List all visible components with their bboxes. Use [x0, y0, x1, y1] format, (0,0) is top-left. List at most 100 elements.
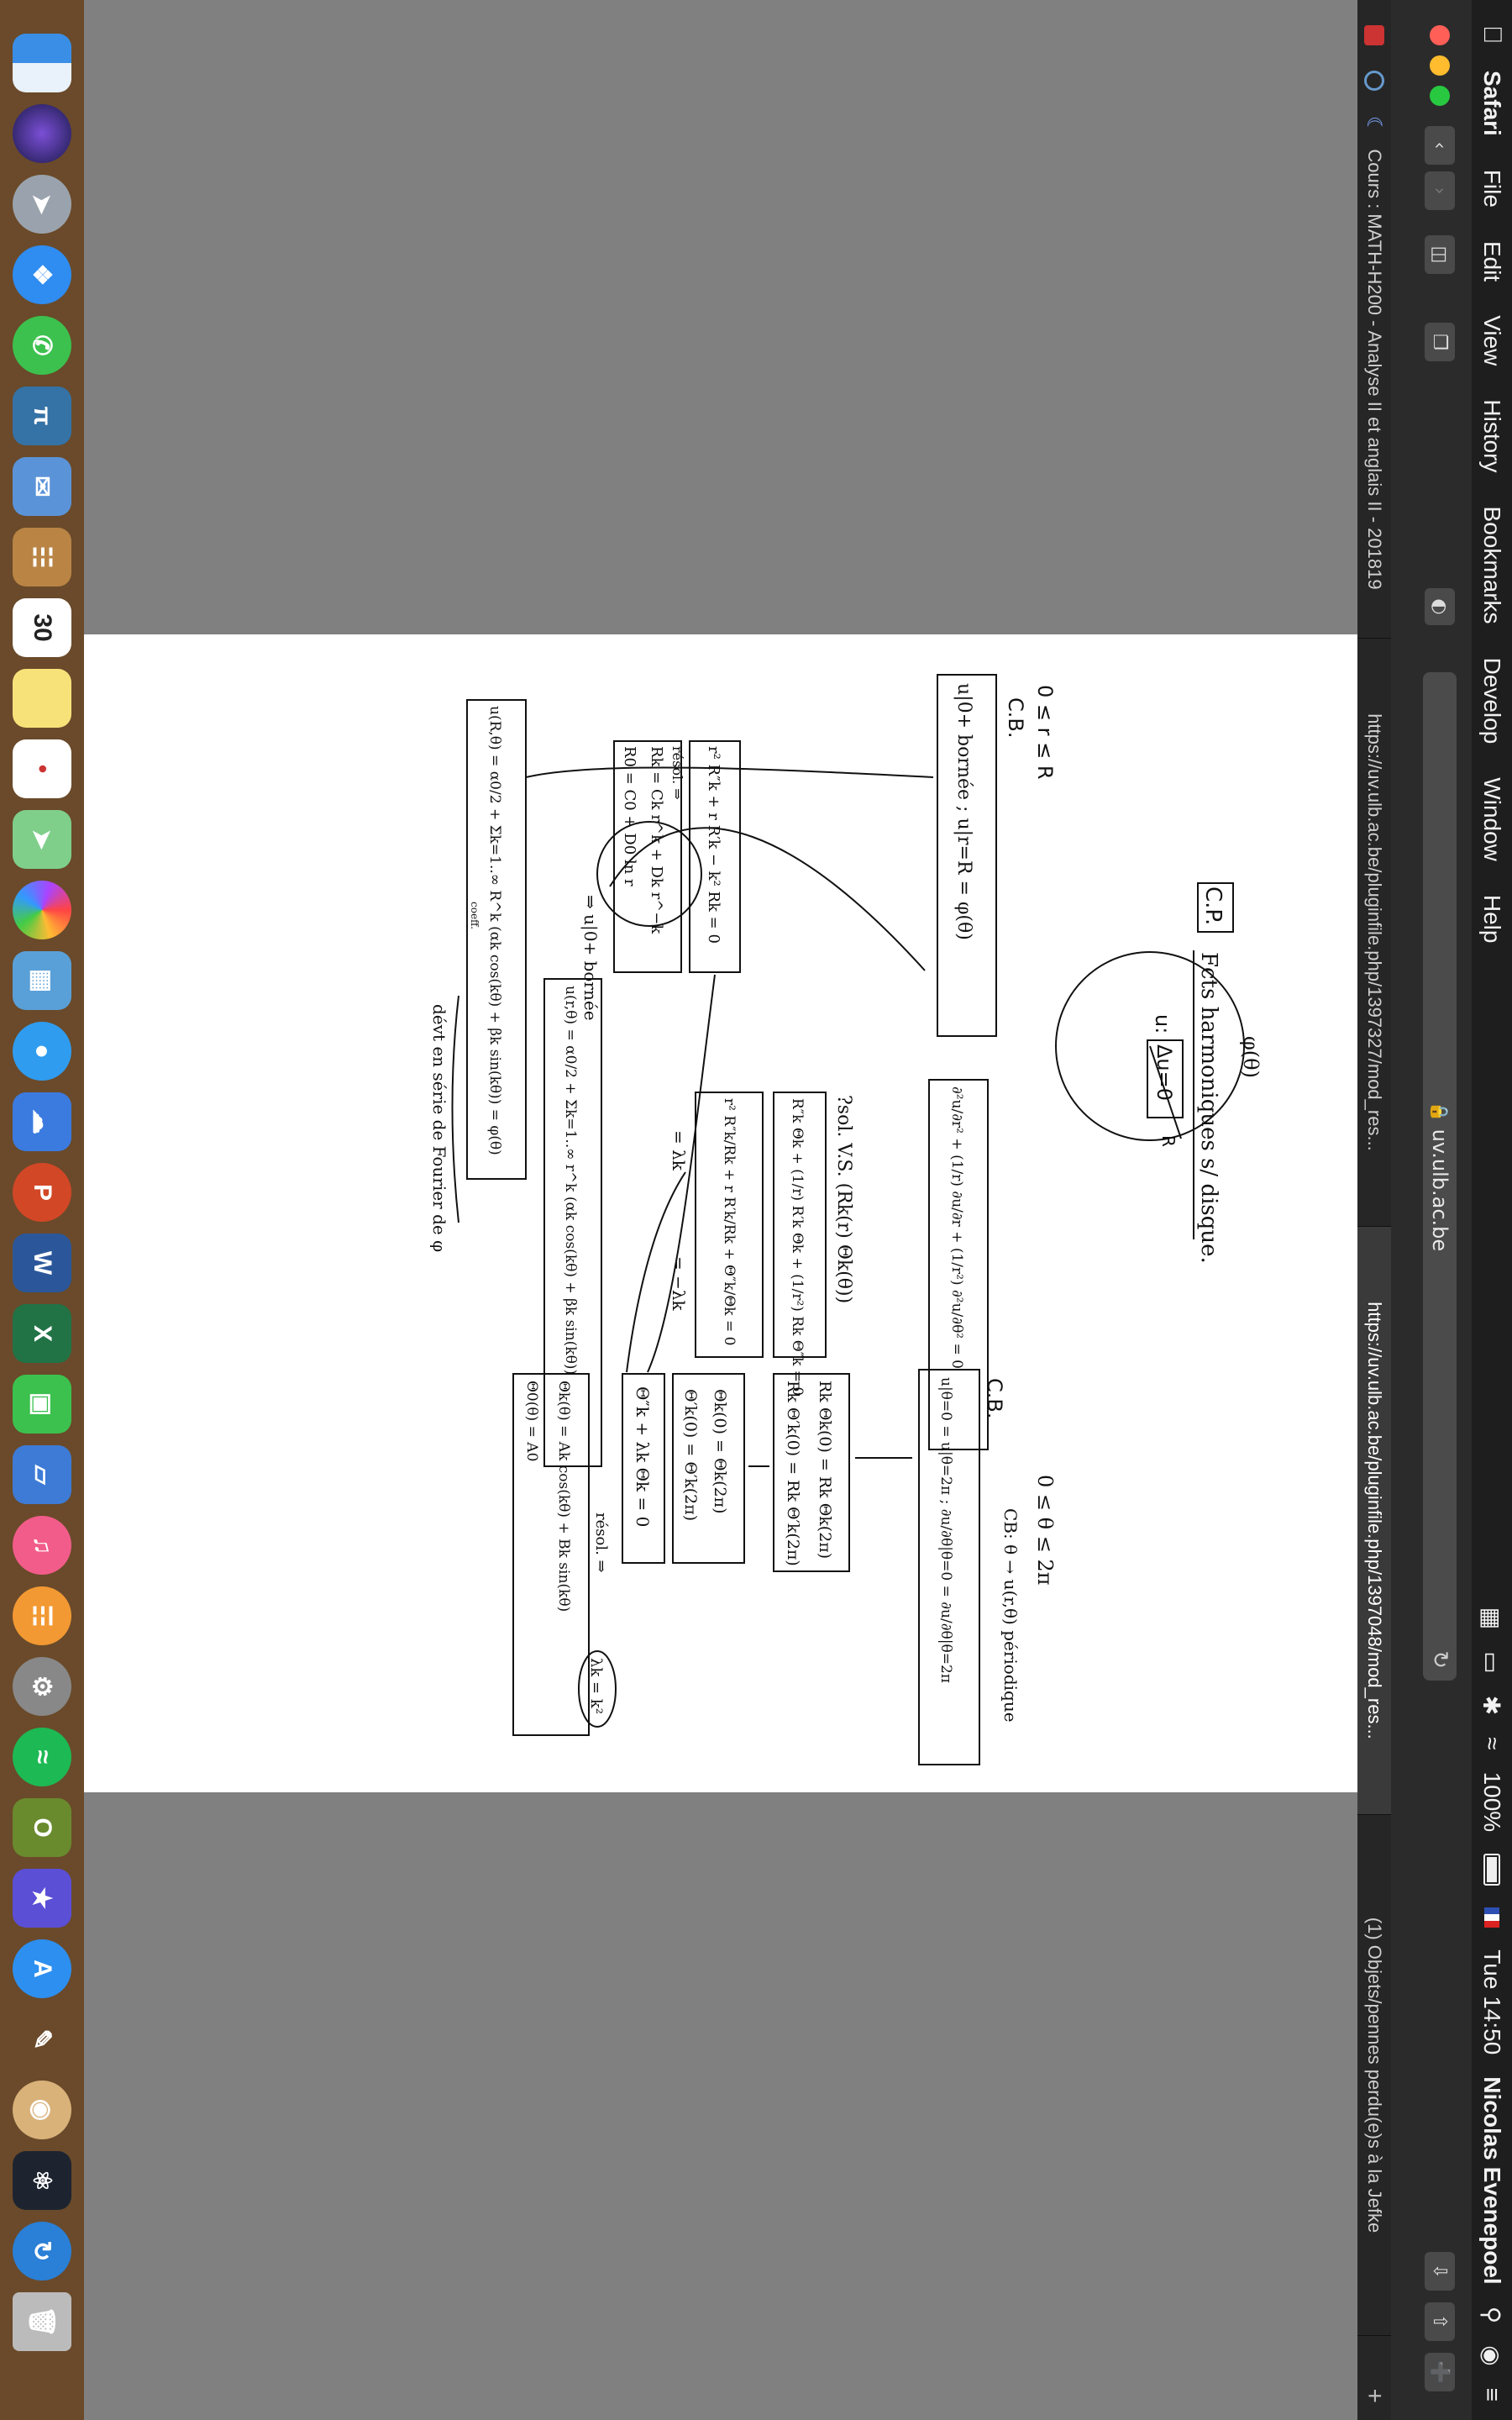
menu-view[interactable]: View — [1478, 315, 1505, 366]
reader-icon[interactable]: ◐ — [1425, 588, 1455, 625]
bounded-note: ⇒ u|0+ bornée — [580, 895, 601, 1021]
screen:  Safari File Edit View History Bookmark… — [0, 0, 1512, 2420]
pencil-icon[interactable]: ✎ — [13, 2010, 71, 2069]
notes-icon[interactable] — [13, 669, 71, 728]
python-icon[interactable]: π — [13, 387, 71, 445]
tab-2-label: https://uv.ulb.ac.be/pluginfile.php/1397… — [1364, 1302, 1385, 1739]
menu-bookmarks[interactable]: Bookmarks — [1478, 507, 1505, 624]
series-equation: u(r,θ) = α0/2 + Σk=1..∞ r^k (αk cos(kθ) … — [562, 986, 579, 1375]
contacts-icon[interactable]: ☷ — [13, 528, 71, 587]
menu-history[interactable]: History — [1478, 399, 1505, 472]
theta-sol-1: Θk(θ) = Ak cos(kθ) + Bk sin(kθ) — [555, 1381, 572, 1612]
launchpad-icon[interactable]: ➤ — [13, 175, 71, 234]
apple-menu-icon[interactable]:  — [1478, 25, 1506, 59]
menu-app-name[interactable]: Safari — [1478, 71, 1505, 136]
minimize-window-icon[interactable] — [1430, 55, 1450, 76]
phone-icon[interactable]: ✆ — [13, 316, 71, 375]
menu-edit[interactable]: Edit — [1478, 241, 1505, 281]
add-tab-icon[interactable]: + — [1360, 2371, 1389, 2420]
new-tab-button[interactable]: ➕ — [1425, 2353, 1455, 2391]
tab-1[interactable]: https://uv.ulb.ac.be/pluginfile.php/1397… — [1357, 639, 1391, 1227]
sol-vs-label: ?sol. V.S. (Rk(r) Θk(θ)) — [833, 1095, 854, 1303]
preview-icon[interactable]: ▦ — [13, 951, 71, 1010]
itunes-icon[interactable]: ♫ — [13, 1516, 71, 1575]
safari-icon[interactable]: ❖ — [13, 245, 71, 304]
openoffice-icon[interactable]: O — [13, 1798, 71, 1857]
messages-icon[interactable]: ● — [13, 1022, 71, 1081]
finder-icon[interactable] — [13, 34, 71, 92]
excel-icon[interactable]: X — [13, 1304, 71, 1363]
user-name[interactable]: Nicolas Evenepoel — [1478, 2076, 1505, 2284]
r-cond-1: Rk Θk(0) = Rk Θk(2π) — [816, 1381, 834, 1559]
resol-left: résol. ⇒ — [669, 746, 685, 800]
airplay-icon[interactable]: ▭ — [1478, 1651, 1506, 1673]
tab-2-active[interactable]: https://uv.ulb.ac.be/pluginfile.php/1397… — [1357, 1227, 1391, 1815]
reminders-icon[interactable]: • — [13, 739, 71, 798]
pdf-page: C.P. Fcts harmoniques s/ disque. φ(θ) u:… — [72, 634, 1357, 1792]
tab-overview-button[interactable]: ❐ — [1425, 323, 1455, 361]
tab-0[interactable]: Cours : MATH-H200 - Analyse II et anglai… — [1357, 101, 1391, 639]
battery-icon[interactable] — [1483, 1854, 1500, 1886]
mission-control-icon[interactable]: ▦ — [1478, 1607, 1506, 1629]
calendar-icon[interactable]: 30 — [13, 598, 71, 657]
address-bar[interactable]: 🔒 uv.ulb.ac.be ↻ — [1423, 672, 1457, 1681]
bluetooth-icon[interactable]: ✱ — [1478, 1696, 1506, 1715]
maps-icon[interactable]: ➤ — [13, 810, 71, 869]
spotify-icon[interactable]: ≈ — [13, 1728, 71, 1786]
icloud-icon[interactable]: ☁ — [13, 1092, 71, 1151]
disk-equation: Δu=0 — [1152, 1044, 1176, 1101]
palette-icon[interactable]: ◉ — [13, 2081, 71, 2139]
resol-right: résol. ⇒ — [592, 1512, 610, 1573]
pinned-moon-icon[interactable]: ☾ — [1362, 116, 1386, 134]
input-flag-icon[interactable] — [1484, 1907, 1499, 1928]
pinned-site-icon[interactable] — [1364, 71, 1384, 91]
menu-file[interactable]: File — [1478, 170, 1505, 208]
radial-ode: r² R″k + r R′k − k² Rk = 0 — [705, 746, 722, 944]
phi-label: φ(θ) — [1239, 1036, 1263, 1078]
facetime-icon[interactable]: ▣ — [13, 1375, 71, 1434]
system-preferences-icon[interactable]: ⚙ — [13, 1657, 71, 1716]
spotlight-icon[interactable]: ⚲ — [1478, 2307, 1506, 2324]
clock[interactable]: Tue 14:50 — [1478, 1949, 1505, 2054]
downloads-icon[interactable]: ⇩ — [1425, 2252, 1455, 2291]
theta-cond-2: Θ′k(0) = Θ′k(2π) — [681, 1389, 700, 1521]
keynote-icon[interactable]: ▱ — [13, 1445, 71, 1504]
word-icon[interactable]: W — [13, 1234, 71, 1292]
powerpoint-icon[interactable]: P — [13, 1163, 71, 1222]
close-window-icon[interactable] — [1430, 25, 1450, 45]
forward-button[interactable]: › — [1425, 171, 1455, 210]
menu-develop[interactable]: Develop — [1478, 658, 1505, 744]
mail-icon[interactable]: ✉ — [13, 457, 71, 516]
theta-cond-1: Θk(0) = Θk(2π) — [711, 1389, 729, 1514]
atom-icon[interactable]: ⚛ — [13, 2151, 71, 2210]
wifi-icon[interactable]: ≈ — [1478, 1737, 1505, 1749]
notification-center-icon[interactable]: ≡ — [1478, 2388, 1505, 2402]
menu-help[interactable]: Help — [1478, 895, 1505, 944]
arrow-radial-link — [647, 974, 716, 1373]
pinned-youtube-icon[interactable] — [1364, 25, 1384, 45]
sep1-equation: R″k Θk + (1/r) R′k Θk + (1/r²) Rk Θ″k = … — [789, 1098, 806, 1396]
sync-icon[interactable]: ↻ — [13, 2222, 71, 2281]
tab-bar: Cours : MATH-H200 - Analyse II et anglai… — [1357, 0, 1391, 2420]
r-cond-2: Rk Θ′k(0) = Rk Θ′k(2π) — [784, 1381, 802, 1566]
left-cb-label: C.B. — [1004, 697, 1027, 738]
books-icon[interactable]: ☶ — [13, 1586, 71, 1645]
imovie-icon[interactable]: ★ — [13, 1869, 71, 1928]
address-text: uv.ulb.ac.be — [1428, 1128, 1452, 1252]
siri-icon[interactable] — [13, 104, 71, 163]
sidebar-button[interactable]: ◫ — [1425, 235, 1455, 274]
photos-icon[interactable] — [13, 881, 71, 939]
trash-icon[interactable]: 🗑 — [13, 2292, 71, 2351]
tab-3[interactable]: (1) Objets/pennes perdu(e)s à la Jefke — [1357, 1815, 1391, 2336]
battery-percent[interactable]: 100% — [1478, 1772, 1505, 1833]
reload-icon[interactable]: ↻ — [1427, 1650, 1452, 1669]
share-button[interactable]: ⇧ — [1425, 2302, 1455, 2341]
zoom-window-icon[interactable] — [1430, 86, 1450, 106]
app-store-icon[interactable]: A — [13, 1939, 71, 1998]
right-cb-equation: u|θ=0 = u|θ=2π ; ∂u/∂θ|θ=0 = ∂u/∂θ|θ=2π — [937, 1377, 954, 1683]
menu-window[interactable]: Window — [1478, 777, 1505, 861]
menu-bar:  Safari File Edit View History Bookmark… — [1472, 0, 1512, 2420]
tab-0-label: Cours : MATH-H200 - Analyse II et anglai… — [1364, 149, 1385, 590]
back-button[interactable]: ‹ — [1425, 126, 1455, 165]
siri-icon[interactable]: ◉ — [1478, 2345, 1506, 2365]
